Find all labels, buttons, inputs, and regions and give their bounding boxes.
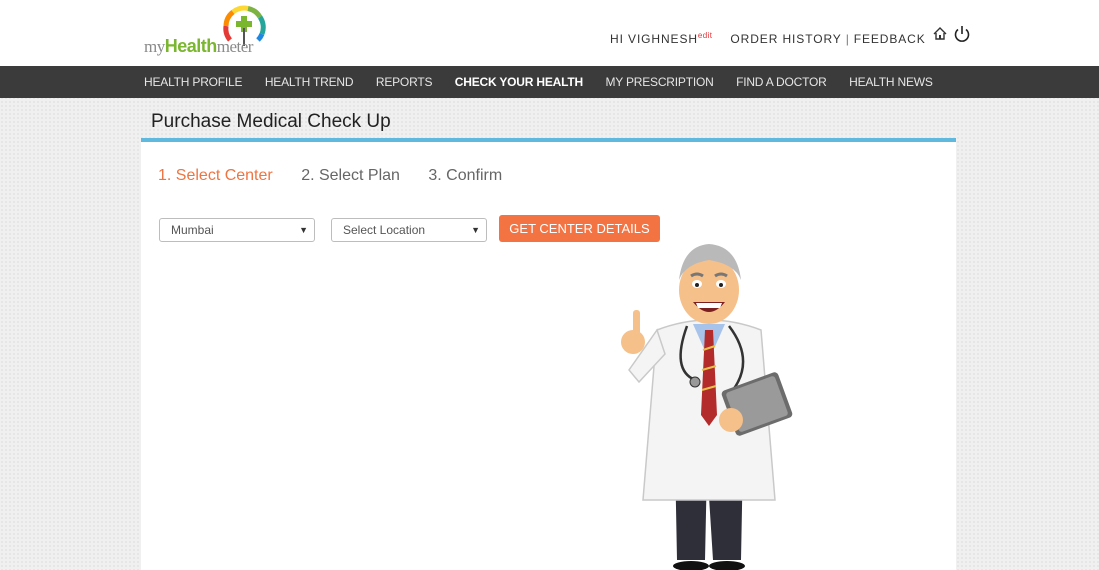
nav-item-health-news[interactable]: HEALTH NEWS: [849, 66, 933, 98]
nav-list: HEALTH PROFILE HEALTH TREND REPORTS CHEC…: [144, 66, 955, 98]
edit-link[interactable]: edit: [698, 31, 713, 40]
doctor-illustration: [621, 244, 793, 570]
nav-item-health-trend[interactable]: HEALTH TREND: [265, 66, 354, 98]
home-icon[interactable]: [932, 24, 948, 44]
page-title: Purchase Medical Check Up: [151, 111, 391, 132]
link-separator: |: [845, 32, 850, 46]
user-links: HI VIGHNESHedit ORDER HISTORY | FEEDBACK: [610, 31, 926, 46]
feedback-link[interactable]: FEEDBACK: [854, 32, 926, 46]
header-icons: [932, 24, 972, 44]
step-select-center: 1. Select Center: [158, 167, 273, 184]
location-select[interactable]: Select Location ▼: [331, 218, 487, 242]
header: myHealthmeter HI VIGHNESHedit ORDER HISTO…: [0, 0, 1099, 66]
location-select-value: Select Location: [343, 223, 426, 237]
order-history-link[interactable]: ORDER HISTORY: [730, 32, 841, 46]
logo-text: myHealthmeter: [144, 36, 253, 56]
content-panel: [141, 142, 956, 570]
power-icon[interactable]: [952, 24, 972, 44]
nav-item-find-a-doctor[interactable]: FIND A DOCTOR: [736, 66, 827, 98]
step-select-plan: 2. Select Plan: [301, 167, 400, 184]
step-indicator: 1. Select Center 2. Select Plan 3. Confi…: [158, 167, 526, 185]
logo[interactable]: myHealthmeter: [144, 4, 269, 60]
main-nav: HEALTH PROFILE HEALTH TREND REPORTS CHEC…: [0, 66, 1099, 98]
city-select-value: Mumbai: [171, 223, 214, 237]
city-select[interactable]: Mumbai ▼: [159, 218, 315, 242]
nav-item-reports[interactable]: REPORTS: [376, 66, 433, 98]
step-confirm: 3. Confirm: [428, 167, 503, 184]
nav-item-health-profile[interactable]: HEALTH PROFILE: [144, 66, 243, 98]
chevron-down-icon: ▼: [471, 225, 480, 235]
nav-item-my-prescription[interactable]: MY PRESCRIPTION: [605, 66, 713, 98]
nav-item-check-your-health[interactable]: CHECK YOUR HEALTH: [455, 66, 583, 98]
chevron-down-icon: ▼: [299, 225, 308, 235]
greeting: HI VIGHNESH: [610, 32, 698, 46]
